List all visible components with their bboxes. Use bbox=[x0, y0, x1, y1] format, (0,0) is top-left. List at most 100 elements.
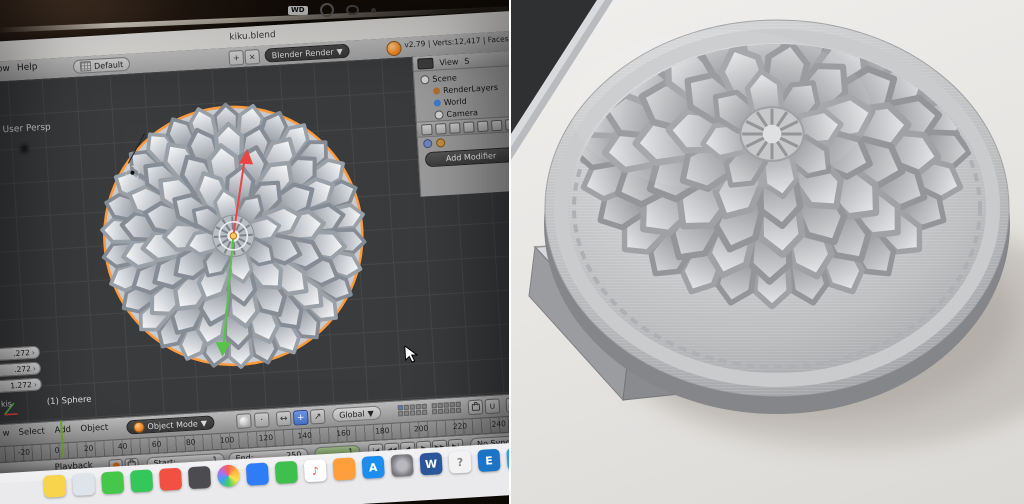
transform-field-y[interactable]: .272 bbox=[0, 362, 41, 378]
mode-value: Object Mode bbox=[147, 419, 198, 431]
viewport-persp-label: User Persp bbox=[2, 123, 51, 136]
add-modifier-button[interactable]: Add Modifier bbox=[425, 147, 509, 167]
print-scene bbox=[511, 0, 1024, 504]
layout-dropdown[interactable]: Default bbox=[73, 57, 131, 74]
orientation-value: Global bbox=[339, 409, 365, 419]
eye-icon bbox=[346, 5, 359, 15]
blender-logo bbox=[386, 41, 402, 57]
dock-icon-edge[interactable]: E bbox=[477, 449, 500, 472]
ruler-tick: 120 bbox=[258, 433, 273, 443]
properties-tab-icon[interactable] bbox=[449, 122, 461, 134]
chrysanthemum-model[interactable] bbox=[87, 90, 379, 382]
menu-object[interactable]: Object bbox=[80, 423, 108, 435]
left-photo-blender-screen: WD kiku.blend ow Help Default + × Blende… bbox=[0, 0, 509, 504]
distant-object bbox=[22, 146, 27, 151]
dock-icon-numbers[interactable] bbox=[275, 461, 298, 484]
manipulator-scale-button[interactable]: ↗ bbox=[310, 409, 326, 425]
lock-icon[interactable] bbox=[468, 399, 484, 415]
dock-icon-facetime[interactable] bbox=[130, 469, 153, 492]
camera-icon bbox=[434, 110, 444, 120]
bezel-sticker-strip: WD bbox=[288, 3, 376, 17]
dock-icon-books[interactable] bbox=[333, 457, 356, 480]
origin-dot bbox=[230, 232, 237, 239]
dock-icon-contacts[interactable] bbox=[506, 447, 509, 470]
menu-help[interactable]: Help bbox=[17, 62, 38, 73]
pin-icon bbox=[423, 139, 433, 149]
wd-logo: WD bbox=[288, 6, 308, 15]
dock-icon-messages[interactable] bbox=[101, 471, 124, 494]
transform-field-z[interactable]: 1.272 bbox=[0, 377, 42, 393]
shading-dropdown[interactable] bbox=[236, 413, 252, 429]
outliner-item-label: Scene bbox=[432, 73, 457, 83]
dock-glyph: ♪ bbox=[311, 464, 319, 477]
properties-tab-icon[interactable] bbox=[463, 121, 475, 133]
shading-sphere-icon bbox=[239, 416, 250, 427]
properties-tab-icon[interactable] bbox=[421, 123, 433, 135]
add-scene-button[interactable]: + bbox=[228, 50, 244, 66]
render-view-icon[interactable]: ◉ bbox=[505, 397, 509, 413]
dock-icon-settings[interactable] bbox=[391, 454, 414, 477]
delete-scene-button[interactable]: × bbox=[244, 49, 260, 65]
editor-type-icon[interactable] bbox=[417, 57, 434, 69]
orientation-dropdown[interactable]: Global ▼ bbox=[332, 405, 381, 422]
dock-icon-word[interactable]: W bbox=[419, 452, 442, 475]
dome-sheen bbox=[571, 30, 871, 190]
dock-icon-help[interactable]: ? bbox=[448, 450, 471, 473]
ruler-tick: 100 bbox=[220, 435, 235, 445]
properties-tab-icon[interactable] bbox=[505, 118, 509, 130]
outliner-menu-search[interactable]: S bbox=[464, 56, 470, 65]
ruler-tick: 200 bbox=[414, 424, 429, 434]
ruler-tick: 0 bbox=[54, 446, 59, 455]
dock-glyph: A bbox=[369, 461, 378, 474]
dock-icon-mail[interactable] bbox=[72, 473, 95, 496]
mode-icon bbox=[133, 421, 145, 433]
outliner-menu-view[interactable]: View bbox=[439, 57, 458, 67]
ruler-tick: 60 bbox=[152, 439, 162, 449]
render-engine-dropdown[interactable]: Blender Render ▼ bbox=[264, 44, 350, 63]
chevron-down-icon: ▼ bbox=[201, 418, 208, 427]
mouse-cursor bbox=[404, 345, 419, 364]
dock-icon-photo-booth[interactable] bbox=[188, 466, 211, 489]
layer-buttons[interactable] bbox=[398, 402, 462, 417]
ruler-tick: 240 bbox=[491, 419, 506, 429]
menu-select[interactable]: Select bbox=[18, 426, 45, 438]
menu-view-fragment[interactable]: w bbox=[2, 428, 10, 438]
outliner-item-label: Camera bbox=[446, 108, 478, 119]
mode-dropdown[interactable]: Object Mode ▼ bbox=[126, 415, 214, 434]
snap-magnet-icon[interactable]: ∪ bbox=[484, 398, 500, 414]
dock-icon-keynote[interactable] bbox=[246, 463, 269, 486]
dock-glyph: W bbox=[425, 457, 438, 471]
laptop-screen: kiku.blend ow Help Default + × Blender R… bbox=[0, 10, 509, 483]
layout-icon bbox=[80, 61, 92, 72]
dock-icon-itunes[interactable]: ♪ bbox=[304, 459, 327, 482]
engine-value: Blender Render bbox=[271, 47, 333, 60]
photo-collage: WD kiku.blend ow Help Default + × Blende… bbox=[0, 0, 1024, 504]
outliner-tree: Scene RenderLayers World Camera bbox=[414, 67, 509, 122]
dock-icon-photos[interactable] bbox=[217, 464, 240, 487]
transform-field-x[interactable]: .272 bbox=[0, 346, 40, 362]
properties-tab-icon[interactable] bbox=[491, 119, 503, 131]
properties-tab-icon[interactable] bbox=[435, 123, 447, 135]
lens-icon bbox=[320, 3, 334, 17]
dock-icon-notes[interactable] bbox=[43, 475, 66, 498]
layout-value: Default bbox=[94, 60, 124, 71]
ruler-tick: 40 bbox=[118, 442, 128, 452]
transform-fields-panel: .272 .272 1.272 kis bbox=[0, 346, 43, 410]
scene-icon bbox=[420, 74, 430, 84]
partial-field-label: kis bbox=[1, 397, 43, 408]
chevron-down-icon: ▼ bbox=[367, 408, 374, 417]
world-icon bbox=[434, 99, 441, 106]
manipulator-rotate-button[interactable]: + bbox=[293, 410, 309, 426]
dock-icon-calendar[interactable] bbox=[159, 468, 182, 491]
manipulator-translate-button[interactable]: ↔ bbox=[276, 411, 292, 427]
outliner-properties-column: View S Scene RenderLayers World bbox=[412, 50, 509, 197]
properties-tab-icon[interactable] bbox=[477, 120, 489, 132]
ruler-tick: 80 bbox=[186, 437, 196, 447]
active-object-label: (1) Sphere bbox=[47, 395, 92, 408]
menu-window-fragment[interactable]: ow bbox=[0, 64, 10, 75]
dock-glyph: ? bbox=[456, 455, 463, 468]
ruler-tick: 220 bbox=[453, 421, 468, 431]
webcam-icon bbox=[371, 8, 376, 13]
pivot-dropdown[interactable]: · bbox=[254, 412, 270, 428]
dock-icon-app-store[interactable]: A bbox=[362, 456, 385, 479]
